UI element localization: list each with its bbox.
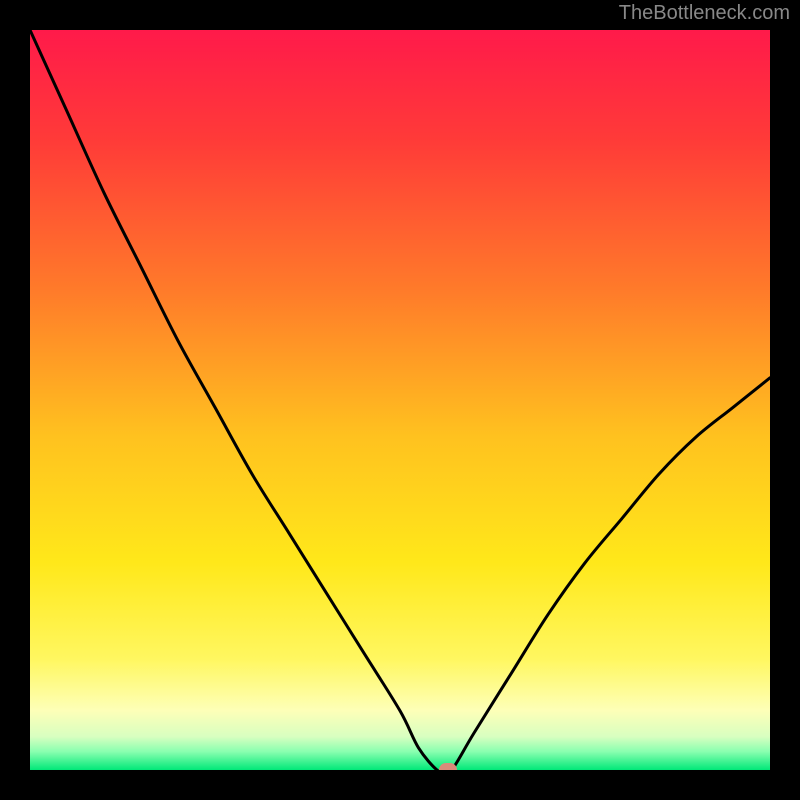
plot-area <box>30 30 770 770</box>
watermark-text: TheBottleneck.com <box>619 2 790 25</box>
bottleneck-curve <box>30 30 770 770</box>
chart-container: TheBottleneck.com <box>0 0 800 800</box>
optimal-point-marker <box>439 763 457 770</box>
